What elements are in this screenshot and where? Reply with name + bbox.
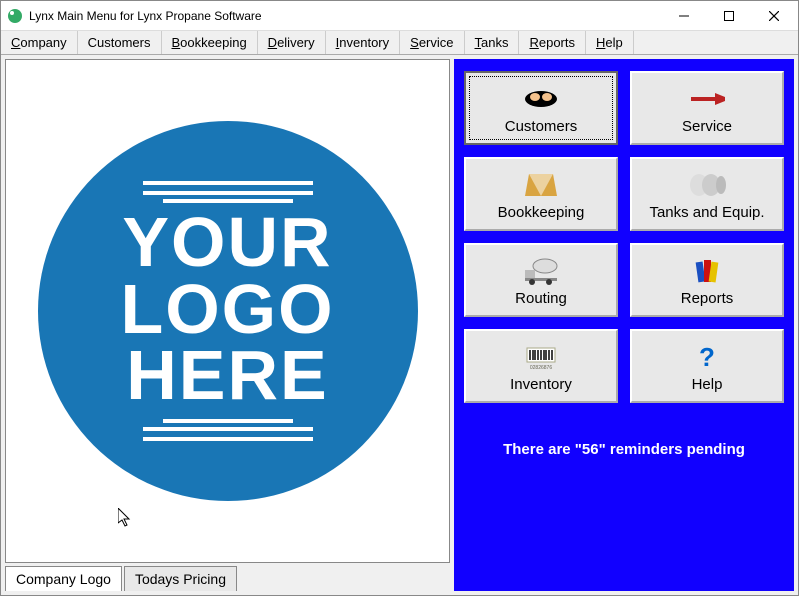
routing-button[interactable]: Routing: [464, 243, 618, 317]
content-area: YOUR LOGO HERE Company Logo Todays Prici…: [1, 55, 798, 595]
wrench-icon: [687, 82, 727, 116]
menu-reports[interactable]: Reports: [519, 31, 586, 54]
close-button[interactable]: [751, 2, 796, 30]
menu-bookkeeping[interactable]: Bookkeeping: [162, 31, 258, 54]
menu-company[interactable]: Company: [1, 31, 78, 54]
button-label: Inventory: [510, 376, 572, 393]
tab-todays-pricing[interactable]: Todays Pricing: [124, 566, 237, 591]
customers-button[interactable]: Customers: [464, 71, 618, 145]
bookkeeping-button[interactable]: Bookkeeping: [464, 157, 618, 231]
button-label: Reports: [681, 290, 734, 307]
svg-text:?: ?: [699, 342, 715, 372]
ledger-icon: [521, 168, 561, 202]
menu-service[interactable]: Service: [400, 31, 464, 54]
title-bar: Lynx Main Menu for Lynx Propane Software: [1, 1, 798, 31]
button-label: Service: [682, 118, 732, 135]
maximize-button[interactable]: [706, 2, 751, 30]
barcode-icon: 02826876: [521, 340, 561, 374]
reports-button[interactable]: Reports: [630, 243, 784, 317]
button-label: Bookkeeping: [498, 204, 585, 221]
menu-help[interactable]: Help: [586, 31, 634, 54]
app-window: Lynx Main Menu for Lynx Propane Software…: [0, 0, 799, 596]
handshake-icon: [521, 82, 561, 116]
button-label: Routing: [515, 290, 567, 307]
menu-tanks[interactable]: Tanks: [465, 31, 520, 54]
window-controls: [661, 2, 796, 30]
menu-bar: Company Customers Bookkeeping Delivery I…: [1, 31, 798, 55]
window-title: Lynx Main Menu for Lynx Propane Software: [29, 9, 661, 23]
reminders-text: There are "56" reminders pending: [464, 441, 784, 458]
books-icon: [687, 254, 727, 288]
menu-customers[interactable]: Customers: [78, 31, 162, 54]
logo-panel: YOUR LOGO HERE: [5, 59, 450, 563]
logo-text-2: LOGO: [120, 276, 334, 343]
tanks-button[interactable]: Tanks and Equip.: [630, 157, 784, 231]
tab-company-logo[interactable]: Company Logo: [5, 566, 122, 591]
right-pane: Customers Service Bookkeeping: [454, 59, 794, 591]
app-icon: [7, 8, 23, 24]
menu-inventory[interactable]: Inventory: [326, 31, 401, 54]
logo-text-3: HERE: [120, 342, 334, 409]
tab-bar: Company Logo Todays Pricing: [5, 563, 450, 591]
truck-icon: [521, 254, 561, 288]
button-label: Customers: [505, 118, 578, 135]
minimize-button[interactable]: [661, 2, 706, 30]
logo-text-1: YOUR: [120, 209, 334, 276]
button-label: Help: [692, 376, 723, 393]
service-button[interactable]: Service: [630, 71, 784, 145]
menu-delivery[interactable]: Delivery: [258, 31, 326, 54]
button-grid: Customers Service Bookkeeping: [464, 71, 784, 403]
tank-icon: [687, 168, 727, 202]
question-icon: ?: [687, 340, 727, 374]
svg-text:02826876: 02826876: [530, 365, 552, 371]
inventory-button[interactable]: 02826876 Inventory: [464, 329, 618, 403]
company-logo-placeholder: YOUR LOGO HERE: [38, 121, 418, 501]
help-button[interactable]: ? Help: [630, 329, 784, 403]
button-label: Tanks and Equip.: [649, 204, 764, 221]
cursor-icon: [118, 508, 134, 528]
left-pane: YOUR LOGO HERE Company Logo Todays Prici…: [5, 59, 450, 591]
